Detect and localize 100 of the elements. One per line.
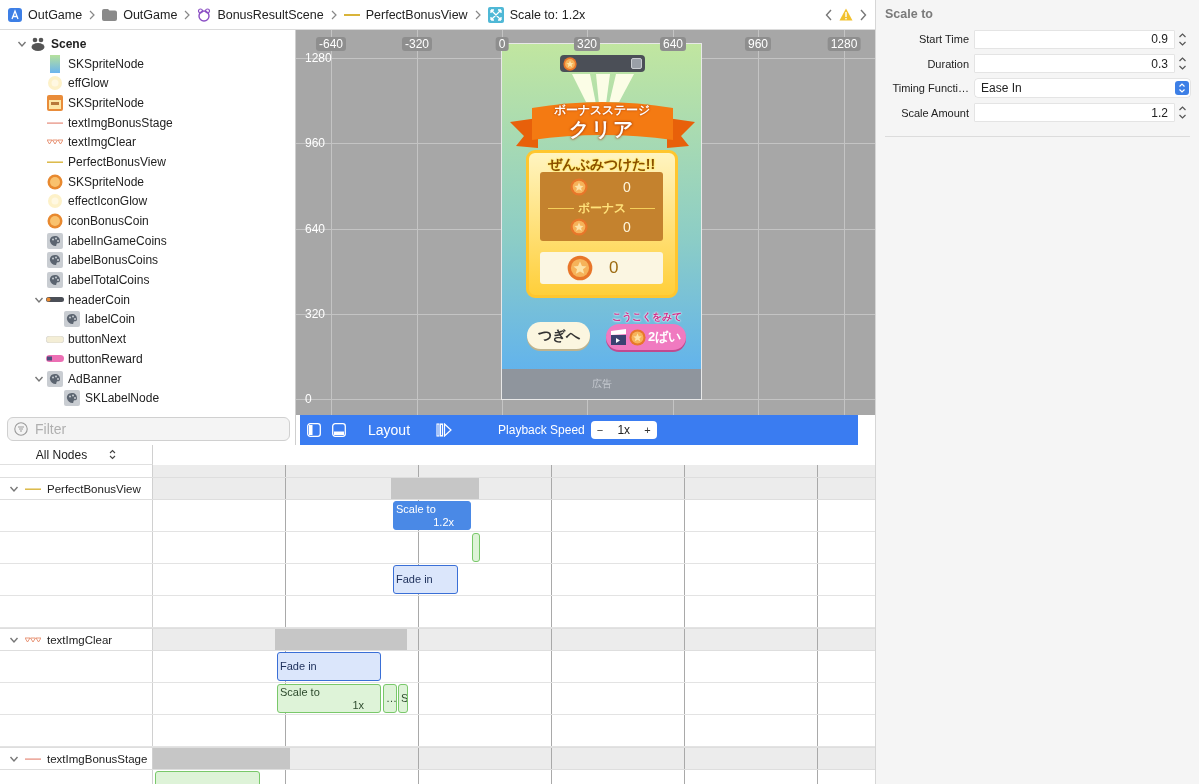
coin-icon (570, 218, 588, 236)
outline-item[interactable]: textImgClear (68, 135, 137, 150)
ruler-label: 640 (660, 37, 686, 51)
pill-icon (46, 355, 64, 363)
chevron-right-icon (474, 9, 481, 20)
ruler-label: 0 (495, 37, 509, 51)
outline-item[interactable]: SKSpriteNode (68, 174, 145, 189)
action-block[interactable]: Fade in (277, 652, 381, 681)
palette-icon (47, 232, 63, 249)
speed-value: 1x (617, 423, 631, 437)
decrease-button[interactable]: − (594, 424, 606, 436)
board-icon (47, 94, 63, 111)
breadcrumb-item[interactable]: OutGame (8, 7, 83, 22)
ribbon-subtitle: ボーナスステージ (553, 102, 650, 119)
outline-item[interactable]: effectIconGlow (68, 194, 148, 209)
filter-icon (14, 421, 28, 436)
scale-icon (487, 6, 504, 23)
breadcrumb-item[interactable]: Scale to: 1.2x (487, 6, 586, 23)
ruler-label: -320 (402, 37, 432, 51)
filter-input[interactable]: Filter (33, 419, 283, 438)
coin-count: 0 (623, 219, 631, 235)
ruler-label: 1280 (305, 51, 332, 65)
node-name: textImgBonusStage (47, 752, 148, 765)
coin-icon (563, 56, 577, 71)
palette-icon (47, 370, 63, 387)
popup-arrows-icon (1175, 81, 1189, 96)
filter-field[interactable]: Filter (7, 416, 290, 441)
coin-icon (47, 213, 63, 230)
bonus-label: ボーナス (577, 200, 626, 217)
outline-item[interactable]: labelBonusCoins (68, 253, 159, 268)
ruler-label: 320 (574, 37, 600, 51)
node-name: textImgClear (47, 633, 113, 646)
bar-icon (46, 297, 64, 303)
outline-item[interactable]: SKSpriteNode (68, 56, 145, 71)
chevron-right-icon (330, 9, 337, 20)
chevron-right-icon (184, 9, 191, 20)
ruler-label: -640 (316, 37, 346, 51)
folder-icon (102, 8, 118, 21)
scene-icon (197, 7, 212, 22)
coin-icon (47, 173, 63, 190)
palette-icon (47, 272, 63, 289)
outline-item[interactable]: SKLabelNode (85, 391, 160, 406)
action-block[interactable]: … (383, 684, 397, 713)
increase-button[interactable]: + (642, 424, 653, 436)
pill-icon (46, 335, 64, 343)
gradient-swatch-icon (50, 54, 60, 73)
action-block[interactable]: Scale to 1x (277, 684, 381, 713)
outline-item[interactable]: AdBanner (68, 371, 122, 386)
outline-item[interactable]: SKSpriteNode (68, 95, 145, 110)
outline-item[interactable]: iconBonusCoin (68, 214, 149, 229)
outline-item[interactable]: textImgBonusStage (68, 115, 173, 130)
outline-item[interactable]: labelTotalCoins (68, 273, 150, 288)
outline-item[interactable]: labelInGameCoins (68, 233, 167, 248)
breadcrumb-item[interactable]: OutGame (102, 7, 178, 22)
number-field[interactable]: 0.3 (975, 55, 1174, 73)
stepper-icon[interactable] (1178, 31, 1187, 47)
reward-caption: こうこくをみて (611, 310, 683, 324)
number-field[interactable]: 1.2 (975, 104, 1174, 122)
field-label: Start Time (917, 33, 969, 46)
ruler-label: 640 (305, 222, 326, 236)
breadcrumb-item[interactable]: PerfectBonusView (343, 7, 468, 22)
coin-count: 0 (623, 179, 631, 195)
palette-icon (64, 390, 80, 407)
action-block[interactable]: S (398, 684, 408, 713)
next-button[interactable]: つぎへ (527, 322, 590, 349)
coin-icon (629, 328, 646, 346)
ruler-label: 0 (305, 392, 312, 406)
popup-button[interactable]: Ease In (975, 79, 1190, 98)
popup-arrows-icon (109, 449, 117, 460)
action-block[interactable]: Fade in (393, 565, 458, 594)
coin-icon (570, 178, 588, 196)
forward-icon[interactable] (859, 8, 867, 21)
number-field[interactable]: 0.9 (975, 30, 1174, 48)
headline-text: ぜんぶみつけた!! (547, 156, 656, 174)
app-icon (8, 7, 22, 22)
bottom-panel-icon[interactable] (332, 423, 346, 437)
sidebar-icon[interactable] (307, 423, 321, 437)
outline-item[interactable]: Scene (51, 36, 87, 51)
outline-item[interactable]: PerfectBonusView (68, 154, 166, 169)
outline-item[interactable]: buttonNext (68, 332, 127, 347)
hearts-icon (47, 139, 63, 146)
chevron-right-icon (89, 9, 96, 20)
step-play-icon[interactable] (436, 423, 453, 437)
back-icon[interactable] (825, 8, 833, 21)
speed-stepper[interactable]: − 1x + (590, 421, 657, 439)
stepper-icon[interactable] (1178, 56, 1187, 72)
outline-item[interactable]: effGlow (68, 76, 109, 91)
coin-icon (567, 255, 593, 281)
breadcrumb-item[interactable]: BonusResultScene (197, 7, 324, 22)
layout-button[interactable]: Layout (368, 422, 411, 438)
ruler-label: 320 (305, 307, 326, 321)
light-rays-drawing (572, 74, 634, 102)
node-name: PerfectBonusView (47, 482, 141, 495)
outline-item[interactable]: headerCoin (68, 292, 131, 307)
outline-item[interactable]: buttonReward (68, 351, 143, 366)
outline-item[interactable]: labelCoin (85, 312, 136, 327)
stepper-icon[interactable] (1178, 105, 1187, 121)
frame-icon (631, 58, 642, 69)
field-label: Timing Functi… (891, 82, 969, 95)
node-filter-popup[interactable]: All Nodes (35, 447, 117, 462)
